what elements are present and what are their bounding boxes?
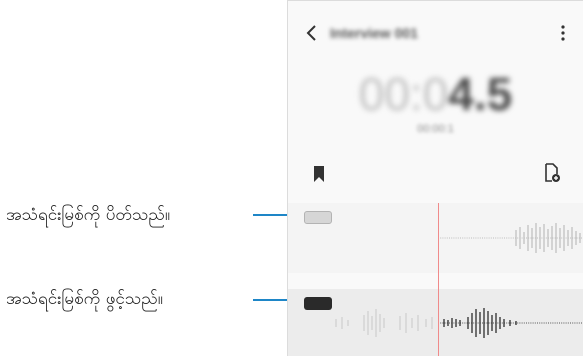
recording-title: Interview 001: [330, 25, 418, 41]
sub-timer: 00:00:1: [417, 123, 454, 135]
speaker-track-active: [288, 289, 583, 356]
bookmark-icon[interactable]: [312, 165, 326, 183]
phone-screen: Interview 001 00:04.5 00:00:1: [287, 0, 583, 356]
track-divider: [288, 273, 583, 289]
playhead-line[interactable]: [438, 203, 439, 356]
callout-mute-label: အသံရင်းမြစ်ကို ပိတ်သည်။: [6, 205, 170, 225]
add-file-icon[interactable]: [543, 163, 561, 183]
back-arrow-icon[interactable]: [302, 21, 322, 45]
waveform-active: [335, 308, 583, 338]
callout-unmute-label: အသံရင်းမြစ်ကို ဖွင့်သည်။: [6, 289, 163, 309]
elapsed-timer: 00:04.5: [288, 67, 583, 121]
waveform-muted: [438, 223, 583, 253]
timer-bold: 4.5: [448, 68, 513, 120]
app-bar: Interview 001: [288, 19, 583, 49]
speaker-track-muted: [288, 203, 583, 273]
timer-dim: 00:0: [358, 68, 449, 120]
more-vertical-icon[interactable]: [553, 21, 573, 45]
